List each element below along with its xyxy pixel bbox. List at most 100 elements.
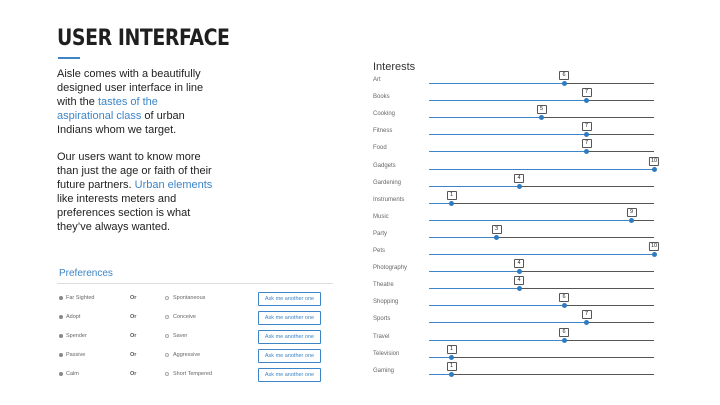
interest-slider-handle[interactable] <box>584 132 589 138</box>
interest-value-badge: 7 <box>581 139 592 149</box>
interest-value-badge: 10 <box>648 242 660 251</box>
right-option-radio[interactable] <box>165 334 169 338</box>
interest-row: Television 1 <box>373 344 673 362</box>
interest-value-badge: 5 <box>536 105 547 115</box>
interest-track-fill <box>429 117 542 119</box>
right-option-label[interactable]: Spontaneous <box>173 295 205 301</box>
right-option-radio[interactable] <box>165 353 169 357</box>
interest-slider-handle[interactable] <box>449 200 454 206</box>
interest-slider-handle[interactable] <box>516 183 522 189</box>
interest-slider-handle[interactable] <box>584 320 589 326</box>
interest-track-fill <box>429 100 587 102</box>
left-option-radio[interactable] <box>59 296 63 300</box>
interest-value-badge: 6 <box>559 327 569 337</box>
interest-slider-handle[interactable] <box>494 234 499 240</box>
interest-label: Shopping <box>373 299 399 306</box>
interest-slider-handle[interactable] <box>561 303 567 309</box>
interest-label: Food <box>373 145 387 152</box>
interest-label: Television <box>373 350 400 357</box>
interest-label: Photography <box>373 265 408 272</box>
interest-row: Gadgets 10 <box>373 156 673 174</box>
interest-row: Music 9 <box>373 207 673 225</box>
interest-track-fill <box>429 219 632 221</box>
interest-slider-handle[interactable] <box>651 252 657 257</box>
interest-slider-handle[interactable] <box>516 269 522 275</box>
interest-row: Travel 6 <box>373 327 673 345</box>
interest-value-badge: 7 <box>581 122 592 132</box>
interest-slider-handle[interactable] <box>651 166 657 172</box>
interest-label: Art <box>373 77 381 83</box>
right-option-label[interactable]: Conceive <box>173 314 196 320</box>
interest-label: Party <box>373 230 388 237</box>
right-option-label[interactable]: Saver <box>173 333 187 339</box>
interest-row: Party 3 <box>373 224 673 242</box>
interest-track[interactable] <box>429 202 654 204</box>
ask-another-button[interactable]: Ask me another one <box>258 311 321 325</box>
left-option-radio[interactable] <box>59 334 63 338</box>
right-option-radio[interactable] <box>165 372 169 376</box>
left-option-label[interactable]: Calm <box>66 371 79 377</box>
intro-highlight: Urban elements <box>134 179 213 191</box>
interest-slider-handle[interactable] <box>449 371 454 377</box>
interest-row: Fitness 7 <box>373 122 673 139</box>
interest-value-badge: 7 <box>581 88 592 98</box>
interest-track-fill <box>429 236 497 238</box>
interest-row: Gaming 1 <box>373 361 673 379</box>
interest-slider-handle[interactable] <box>449 354 454 360</box>
ask-another-button[interactable]: Ask me another one <box>258 330 321 344</box>
interest-slider-handle[interactable] <box>561 337 567 343</box>
interest-label: Instruments <box>373 196 405 203</box>
interest-row: Shopping 6 <box>373 293 673 310</box>
left-option-label[interactable]: Far Sighted <box>66 295 94 301</box>
interest-slider-handle[interactable] <box>516 286 522 292</box>
interest-label: Gardening <box>373 179 402 186</box>
ask-another-button[interactable]: Ask me another one <box>258 368 321 382</box>
interest-row: Instruments 1 <box>373 190 673 208</box>
interest-track[interactable] <box>429 356 654 358</box>
left-option-label[interactable]: Adopt <box>66 314 80 320</box>
interest-track-fill <box>429 151 587 153</box>
preferences-title: Preferences <box>59 268 113 279</box>
or-label: Or <box>130 352 137 358</box>
preference-row: Calm Or Short Tempered Ask me another one <box>57 368 333 382</box>
interest-value-badge: 6 <box>559 71 569 80</box>
interest-value-badge: 6 <box>559 293 569 303</box>
interest-row: Cooking 5 <box>373 105 673 122</box>
interest-row: Books 7 <box>373 88 673 105</box>
interest-track[interactable] <box>429 373 654 375</box>
interest-label: Books <box>373 94 390 101</box>
intro-text: like interests meters and preferences se… <box>57 193 191 233</box>
interest-label: Fitness <box>373 128 393 135</box>
interest-slider-handle[interactable] <box>584 98 589 104</box>
interest-slider-handle[interactable] <box>539 115 544 121</box>
interest-row: Photography 4 <box>373 259 673 276</box>
interest-slider-handle[interactable] <box>561 81 567 86</box>
right-option-radio[interactable] <box>165 296 169 300</box>
interest-label: Gaming <box>373 367 395 374</box>
interest-track-fill <box>429 134 587 136</box>
left-option-radio[interactable] <box>59 315 63 319</box>
right-option-radio[interactable] <box>165 315 169 319</box>
interest-value-badge: 1 <box>446 361 457 371</box>
interest-label: Sports <box>373 316 391 323</box>
ask-another-button[interactable]: Ask me another one <box>258 292 321 306</box>
interest-row: Gardening 4 <box>373 173 673 191</box>
right-option-label[interactable]: Aggressive <box>173 352 200 358</box>
preference-row: Adopt Or Conceive Ask me another one <box>57 311 333 325</box>
or-label: Or <box>130 314 137 320</box>
interest-value-badge: 10 <box>648 156 660 166</box>
left-option-radio[interactable] <box>59 353 63 357</box>
interest-track-fill <box>429 288 519 290</box>
interest-slider-handle[interactable] <box>584 149 589 155</box>
right-option-label[interactable]: Short Tempered <box>173 371 212 377</box>
interest-row: Sports 7 <box>373 310 673 327</box>
left-option-radio[interactable] <box>59 372 63 376</box>
interest-slider-handle[interactable] <box>629 217 634 223</box>
ask-another-button[interactable]: Ask me another one <box>258 349 321 363</box>
left-option-label[interactable]: Passive <box>66 352 85 358</box>
intro-paragraph-1: Aisle comes with a beautifully designed … <box>57 67 217 137</box>
interest-track-fill <box>429 83 564 84</box>
interest-value-badge: 4 <box>514 276 524 286</box>
left-option-label[interactable]: Spender <box>66 333 87 339</box>
interest-value-badge: 7 <box>581 310 592 320</box>
